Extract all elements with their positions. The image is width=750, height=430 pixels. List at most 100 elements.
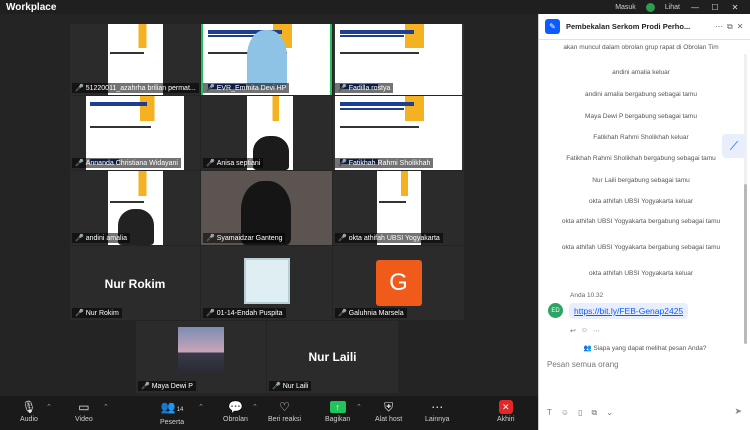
- participant-tile[interactable]: 🎤 okta athifah UBSI Yogyakarta: [333, 171, 464, 245]
- send-icon[interactable]: ➤: [734, 406, 742, 417]
- system-message: okta athifah UBSI Yogyakarta keluar: [588, 270, 694, 277]
- reply-icon[interactable]: ↩: [570, 327, 576, 335]
- system-message: Fatikhah Rahmi Sholikhah bergabung sebag…: [566, 155, 716, 162]
- participant-name-tag: 🎤 Maya Dewi P: [138, 381, 196, 391]
- host-tools-button[interactable]: ⛨ Alat host: [375, 399, 402, 423]
- participant-tile[interactable]: Nur Laili 🎤 Nur Laili: [267, 321, 398, 393]
- participant-name-tag: 🎤 andini amalia: [72, 233, 130, 243]
- profile-picture: [178, 327, 224, 373]
- title-bar: Workplace Masuk Lihat — ☐ ✕: [0, 0, 750, 14]
- participant-name-tag: 🎤 01-14-Endah Puspita: [203, 308, 286, 318]
- participant-tile[interactable]: 🎤 Annanda Christiana Widayani: [70, 96, 200, 170]
- system-message: Fatikhah Rahmi Sholikhah keluar: [593, 134, 689, 141]
- mic-muted-icon: 🎤: [206, 310, 215, 317]
- text-format-icon[interactable]: T: [547, 408, 552, 418]
- screenshot-icon[interactable]: ⧉: [591, 408, 597, 418]
- file-icon[interactable]: ▯: [578, 408, 582, 418]
- participant-video: [247, 30, 287, 88]
- participants-options-chevron-icon[interactable]: ⌃: [198, 403, 204, 411]
- participant-display-name: Nur Rokim: [104, 277, 166, 292]
- system-message: akan muncul dalam obrolan grup rapat di …: [563, 44, 719, 51]
- profile-picture: [243, 258, 290, 304]
- participant-name-tag: 🎤 Anisa septiani: [203, 158, 264, 168]
- mic-muted-icon: 🎤: [338, 85, 347, 92]
- end-call-icon: ✕: [498, 400, 513, 414]
- participant-tile[interactable]: Nur Rokim 🎤 Nur Rokim: [70, 246, 200, 320]
- mic-muted-icon: 🎤: [338, 160, 347, 167]
- message-visibility-link[interactable]: 👥 Siapa yang dapat melihat pesan Anda?: [539, 344, 750, 352]
- microphone-icon: 🎙: [21, 400, 37, 414]
- chat-button[interactable]: 💬 Obrolan: [223, 399, 248, 423]
- chat-more-icon[interactable]: ⋯: [715, 22, 723, 31]
- participants-button[interactable]: 👥14 Peserta: [160, 399, 184, 426]
- participant-tile[interactable]: 🎤 Fatikhah Rahmi Sholikhah: [333, 96, 464, 170]
- participant-tile[interactable]: 🎤 Anisa septiani: [201, 96, 332, 170]
- secure-check-icon: [645, 2, 655, 12]
- emoji-reaction-icon[interactable]: ☺: [581, 327, 588, 335]
- mic-muted-icon: 🎤: [206, 160, 215, 167]
- chevron-down-icon[interactable]: ⌄: [606, 408, 613, 418]
- participant-name-tag: 🎤 Nur Laili: [269, 381, 312, 391]
- participant-name-tag: 🎤 EVR_Emmita Devi HP: [203, 83, 290, 93]
- more-button[interactable]: ⋯ Lainnya: [425, 399, 450, 423]
- status-label[interactable]: Masuk: [615, 4, 636, 11]
- chat-close-icon[interactable]: ✕: [737, 22, 744, 31]
- participant-tile[interactable]: 🎤 51220011_azahrha brilian permat...: [70, 24, 200, 95]
- share-options-chevron-icon[interactable]: ⌃: [356, 403, 362, 411]
- share-button[interactable]: ↑ Bagikan: [325, 399, 350, 423]
- view-menu[interactable]: Lihat: [665, 4, 680, 11]
- mic-muted-icon: 🎤: [206, 85, 215, 92]
- video-button[interactable]: ▭ Video: [75, 399, 93, 423]
- heart-icon: ♡: [279, 400, 290, 414]
- message-link[interactable]: https://bit.ly/FEB-Genap2425: [569, 303, 689, 319]
- chat-header: ✎ Pembekalan Serkom Prodi Perho... ⋯ ⧉ ✕: [539, 14, 750, 40]
- close-icon[interactable]: ✕: [730, 3, 740, 12]
- system-message: okta athifah UBSI Yogyakarta bergabung s…: [561, 218, 721, 225]
- minimize-icon[interactable]: —: [690, 3, 700, 12]
- chat-input[interactable]: Pesan semua orang: [547, 360, 619, 369]
- participant-name-tag: 🎤 Fadilla rostya: [335, 83, 394, 93]
- mic-muted-icon: 🎤: [272, 383, 281, 390]
- meeting-toolbar: 🎙 Audio ⌃ ▭ Video ⌃ 👥14 Peserta ⌃ 💬 Obro…: [0, 396, 538, 430]
- chat-bubble-icon: 💬: [227, 400, 243, 414]
- mic-muted-icon: 🎤: [75, 310, 84, 317]
- audio-button[interactable]: 🎙 Audio: [20, 399, 38, 423]
- participant-tile[interactable]: 🎤 Maya Dewi P: [136, 321, 266, 393]
- system-message: andini amalia keluar: [612, 69, 670, 76]
- video-options-chevron-icon[interactable]: ⌃: [103, 403, 109, 411]
- title-bar-controls: Masuk Lihat — ☐ ✕: [615, 0, 750, 14]
- participant-name-tag: 🎤 Galuhnia Marsela: [335, 308, 407, 318]
- participant-display-name: Nur Laili: [308, 349, 357, 364]
- participant-tile[interactable]: G 🎤 Galuhnia Marsela: [333, 246, 464, 320]
- end-meeting-button[interactable]: ✕ Akhiri: [497, 399, 515, 423]
- participant-tile[interactable]: 🎤 Fadilla rostya: [333, 24, 464, 95]
- mic-muted-icon: 🎤: [338, 235, 347, 242]
- video-gallery: 🎤 51220011_azahrha brilian permat... 🎤 EVR…: [0, 14, 538, 396]
- participant-tile[interactable]: 🎤 andini amalia: [70, 171, 200, 245]
- reactions-button[interactable]: ♡ Beri reaksi: [268, 399, 301, 423]
- chat-options-chevron-icon[interactable]: ⌃: [252, 403, 258, 411]
- participant-name-tag: 🎤 Fatikhah Rahmi Sholikhah: [335, 158, 434, 168]
- participant-tile[interactable]: 🎤 EVR_Emmita Devi HP: [201, 24, 332, 95]
- share-screen-icon: ↑: [329, 401, 346, 413]
- message-more-icon[interactable]: ⋯: [593, 327, 600, 335]
- participant-name-tag: 🎤 Annanda Christiana Widayani: [72, 158, 181, 168]
- emoji-icon[interactable]: ☺: [561, 408, 569, 418]
- audio-options-chevron-icon[interactable]: ⌃: [46, 403, 52, 411]
- participant-name-tag: 🎤 51220011_azahrha brilian permat...: [72, 83, 199, 93]
- participant-name-tag: 🎤 Syamaidzar Ganteng: [203, 233, 286, 243]
- message-meta: Anda 10.32: [570, 292, 604, 299]
- chat-scrollbar-thumb[interactable]: [744, 184, 747, 344]
- system-message: okta athifah UBSI Yogyakarta bergabung s…: [561, 244, 721, 251]
- mic-muted-icon: 🎤: [75, 85, 84, 92]
- mic-muted-icon: 🎤: [338, 310, 347, 317]
- quick-action-icon[interactable]: ⟋: [722, 134, 746, 158]
- mic-muted-icon: 🎤: [206, 235, 215, 242]
- chat-panel: ✎ Pembekalan Serkom Prodi Perho... ⋯ ⧉ ✕…: [538, 14, 750, 430]
- system-message: Maya Dewi P bergabung sebagai tamu: [585, 113, 697, 120]
- maximize-icon[interactable]: ☐: [710, 3, 720, 12]
- participant-tile[interactable]: 🎤 Syamaidzar Ganteng: [201, 171, 332, 245]
- participant-tile[interactable]: 🎤 01-14-Endah Puspita: [201, 246, 332, 320]
- popout-icon[interactable]: ⧉: [727, 22, 733, 32]
- shield-icon: ⛨: [384, 400, 394, 414]
